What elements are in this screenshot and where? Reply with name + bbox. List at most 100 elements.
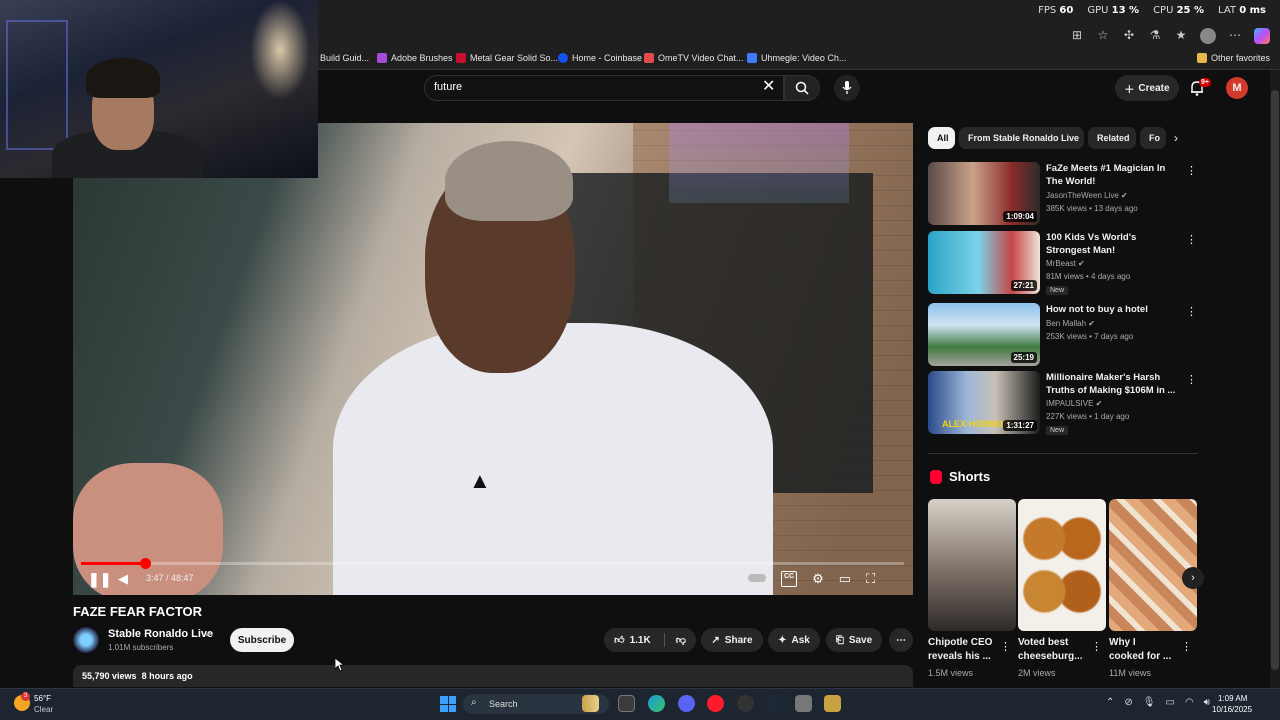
profile-avatar[interactable]: [1200, 28, 1216, 44]
recommendation-item[interactable]: 25:19 How not to buy a hotel Ben Mallah …: [928, 303, 1198, 367]
favorite-star-icon[interactable]: ☆: [1096, 28, 1110, 44]
settings-gear-icon[interactable]: ⚙: [812, 571, 824, 587]
edge-browser-icon[interactable]: [648, 695, 665, 712]
short-thumbnail[interactable]: [928, 499, 1016, 631]
more-options-icon[interactable]: ⋮: [1181, 640, 1192, 653]
short-title[interactable]: Chipotle CEO reveals his ...: [928, 636, 1004, 664]
short-title[interactable]: Voted best cheeseburg...: [1018, 636, 1094, 664]
account-avatar[interactable]: M: [1226, 77, 1248, 99]
video-thumbnail[interactable]: 27:21: [928, 231, 1040, 294]
microphone-icon[interactable]: 🎙︎: [1143, 697, 1156, 708]
channel-avatar[interactable]: [73, 627, 99, 653]
display-icon[interactable]: ▭: [1165, 697, 1174, 708]
wifi-icon[interactable]: ◠: [1185, 697, 1194, 708]
more-options-icon[interactable]: ⋮: [1186, 373, 1197, 386]
create-button[interactable]: ＋ Create: [1115, 75, 1179, 101]
bookmark-item[interactable]: Metal Gear Solid So...: [456, 53, 558, 63]
steam-icon[interactable]: [766, 695, 783, 712]
bookmark-item[interactable]: Build Guid...: [320, 53, 369, 63]
recommendation-title[interactable]: Millionaire Maker's Harsh Truths of Maki…: [1046, 371, 1176, 397]
network-off-icon[interactable]: ⊘: [1124, 697, 1132, 708]
recommendation-channel[interactable]: JasonTheWeen Live ✔: [1046, 191, 1128, 200]
autoplay-toggle[interactable]: [748, 574, 766, 582]
performance-overlay: FPS 60 GPU 13 % CPU 25 % LAT 0 ms: [1038, 5, 1266, 16]
more-options-icon[interactable]: ⋮: [1186, 233, 1197, 246]
chip-related[interactable]: Related: [1088, 127, 1136, 149]
more-actions-button[interactable]: ⋯: [889, 628, 913, 652]
more-options-icon[interactable]: ⋮: [1091, 640, 1102, 653]
short-title[interactable]: Why I cooked for ...: [1109, 636, 1173, 664]
progress-track[interactable]: [81, 562, 904, 565]
video-thumbnail[interactable]: 1:09:04: [928, 162, 1040, 225]
share-button[interactable]: ↗ Share: [701, 628, 763, 652]
video-thumbnail[interactable]: 25:19: [928, 303, 1040, 366]
speaker-icon[interactable]: 🔊︎: [1204, 697, 1210, 708]
recommendation-title[interactable]: FaZe Meets #1 Magician In The World!: [1046, 162, 1176, 188]
clock-time[interactable]: 1:09 AM: [1218, 694, 1247, 703]
recommendation-item[interactable]: 1:09:04 FaZe Meets #1 Magician In The Wo…: [928, 162, 1198, 226]
app-icon[interactable]: [795, 695, 812, 712]
apps-icon[interactable]: ⊞: [1070, 28, 1084, 44]
pause-button[interactable]: ❚❚: [88, 571, 111, 588]
file-explorer-icon[interactable]: [824, 695, 841, 712]
task-view-icon[interactable]: [618, 695, 635, 712]
video-player[interactable]: ▲: [73, 123, 913, 595]
bookmark-item[interactable]: Uhmegle: Video Ch...: [747, 53, 846, 63]
discord-icon[interactable]: [678, 695, 695, 712]
extensions-icon[interactable]: ✣: [1122, 28, 1136, 44]
fullscreen-icon[interactable]: ⛶: [866, 571, 875, 587]
search-input[interactable]: [424, 75, 784, 101]
favorites-icon[interactable]: ★: [1174, 28, 1188, 44]
short-thumbnail[interactable]: [1109, 499, 1197, 631]
subscribe-button[interactable]: Subscribe: [230, 628, 294, 652]
menu-dots-icon[interactable]: ⋯: [1228, 28, 1242, 44]
weather-condition[interactable]: Clear: [34, 705, 53, 714]
scrollbar-thumb[interactable]: [1271, 90, 1279, 670]
clock-date[interactable]: 10/16/2025: [1212, 705, 1252, 714]
save-button[interactable]: ⎗ Save: [826, 628, 882, 652]
video-thumbnail[interactable]: ALEX HORMOZI 1:31:27: [928, 371, 1040, 434]
ask-button[interactable]: ✦ Ask: [768, 628, 820, 652]
extension-icon[interactable]: ⚗: [1148, 28, 1162, 44]
chevron-right-icon[interactable]: ›: [1182, 567, 1204, 589]
chip-all[interactable]: All: [928, 127, 955, 149]
thumbs-down-icon[interactable]: 👎︎: [676, 634, 686, 646]
like-count[interactable]: 1.1K: [630, 635, 651, 646]
more-options-icon[interactable]: ⋮: [1000, 640, 1011, 653]
recommendation-title[interactable]: How not to buy a hotel: [1046, 303, 1176, 316]
opera-icon[interactable]: [707, 695, 724, 712]
copilot-icon[interactable]: [1254, 28, 1270, 44]
chevron-right-icon[interactable]: ›: [1174, 131, 1178, 145]
thumbs-up-icon[interactable]: 👍︎: [614, 634, 624, 646]
obs-icon[interactable]: [737, 695, 754, 712]
chevron-up-icon[interactable]: ⌃: [1106, 697, 1114, 708]
more-options-icon[interactable]: ⋮: [1186, 305, 1197, 318]
volume-icon[interactable]: ◀: [118, 571, 128, 587]
recommendation-channel[interactable]: Ben Mallah ✔: [1046, 319, 1095, 328]
captions-button[interactable]: CC: [781, 571, 798, 587]
bookmark-item[interactable]: Home - Coinbase: [558, 53, 642, 63]
description-box[interactable]: [73, 665, 913, 687]
channel-name[interactable]: Stable Ronaldo Live: [108, 628, 213, 640]
chip-from-channel[interactable]: From Stable Ronaldo Live: [959, 127, 1084, 149]
theater-mode-icon[interactable]: ▭: [839, 571, 851, 587]
recommendation-item[interactable]: ALEX HORMOZI 1:31:27 Millionaire Maker's…: [928, 371, 1198, 435]
more-options-icon[interactable]: ⋮: [1186, 164, 1197, 177]
windows-start-icon[interactable]: [440, 696, 456, 712]
clear-search-icon[interactable]: ✕: [762, 79, 775, 95]
chip-partial[interactable]: Fo: [1140, 127, 1166, 149]
recommendation-title[interactable]: 100 Kids Vs World's Strongest Man!: [1046, 231, 1176, 257]
voice-search-button[interactable]: [834, 75, 860, 101]
short-thumbnail[interactable]: [1018, 499, 1106, 631]
recommendation-channel[interactable]: MrBeast ✔: [1046, 259, 1085, 268]
weather-temperature[interactable]: 56°F: [34, 694, 51, 703]
recommendation-item[interactable]: 27:21 100 Kids Vs World's Strongest Man!…: [928, 231, 1198, 295]
recommendation-channel[interactable]: IMPAULSIVE ✔: [1046, 399, 1102, 408]
bookmark-item[interactable]: OmeTV Video Chat...: [644, 53, 743, 63]
progress-scrubber[interactable]: [140, 558, 151, 569]
search-query[interactable]: future: [434, 81, 462, 93]
search-highlight-icon[interactable]: [582, 695, 599, 712]
bookmark-item[interactable]: Adobe Brushes: [377, 53, 453, 63]
search-button[interactable]: [784, 75, 820, 101]
other-favorites[interactable]: Other favorites: [1196, 53, 1270, 63]
